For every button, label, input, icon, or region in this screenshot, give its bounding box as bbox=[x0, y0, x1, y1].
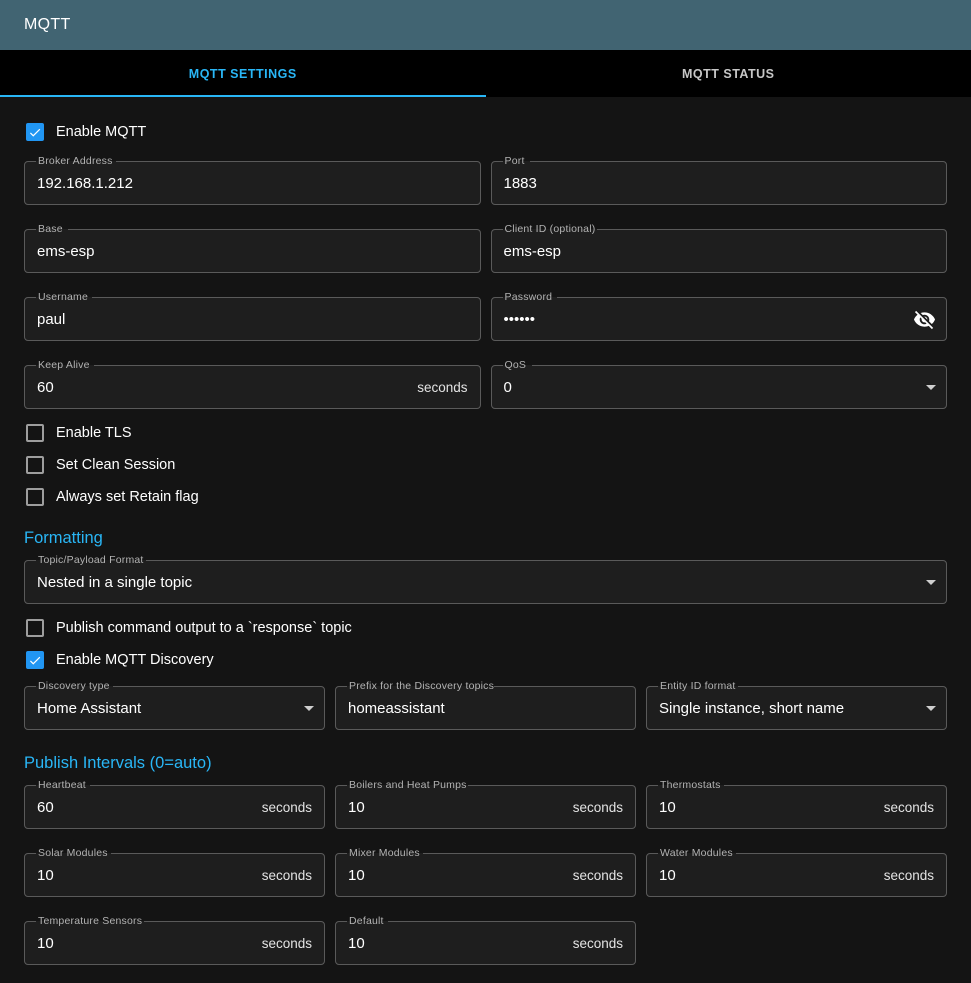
visibility-off-icon[interactable] bbox=[913, 308, 936, 331]
keepalive-qos-row: Keep Alive Keep Alive seconds QoS QoS 0 bbox=[24, 365, 947, 409]
intervals-row-3: Temperature Sensors Temperature Sensors … bbox=[24, 921, 947, 965]
seconds-suffix: seconds bbox=[262, 868, 325, 883]
thermostats-interval-field: Thermostats Thermostats seconds bbox=[646, 785, 947, 829]
entity-id-format-select[interactable]: Entity ID format Entity ID format Single… bbox=[646, 686, 947, 730]
publish-intervals-heading: Publish Intervals (0=auto) bbox=[24, 754, 947, 773]
seconds-suffix: seconds bbox=[262, 936, 325, 951]
port-field: Port Port bbox=[491, 161, 948, 205]
tab-mqtt-status[interactable]: MQTT STATUS bbox=[486, 50, 971, 97]
default-interval-input[interactable] bbox=[335, 921, 573, 965]
topic-format-row: Topic/Payload Format Topic/Payload Forma… bbox=[24, 560, 947, 604]
publish-response-checkbox[interactable] bbox=[26, 619, 44, 637]
temperature-sensors-interval-input[interactable] bbox=[24, 921, 262, 965]
clean-session-checkbox[interactable] bbox=[26, 456, 44, 474]
topic-format-label: Topic/Payload Format bbox=[38, 554, 144, 566]
seconds-suffix: seconds bbox=[884, 868, 947, 883]
retain-flag-label[interactable]: Always set Retain flag bbox=[56, 489, 199, 505]
keep-alive-input[interactable] bbox=[24, 365, 417, 409]
discovery-prefix-input[interactable] bbox=[335, 686, 636, 730]
base-field: Base Base bbox=[24, 229, 481, 273]
dropdown-arrow-icon bbox=[297, 696, 321, 720]
seconds-suffix: seconds bbox=[573, 800, 636, 815]
mixer-interval-input[interactable] bbox=[335, 853, 573, 897]
boilers-interval-field: Boilers and Heat Pumps Boilers and Heat … bbox=[335, 785, 636, 829]
seconds-suffix: seconds bbox=[884, 800, 947, 815]
enable-tls-checkbox[interactable] bbox=[26, 424, 44, 442]
solar-interval-input[interactable] bbox=[24, 853, 262, 897]
discovery-row: Discovery type Discovery type Home Assis… bbox=[24, 686, 947, 730]
mixer-interval-field: Mixer Modules Mixer Modules seconds bbox=[335, 853, 636, 897]
username-field: Username Username bbox=[24, 297, 481, 341]
water-interval-input[interactable] bbox=[646, 853, 884, 897]
default-interval-field: Default Default seconds bbox=[335, 921, 636, 965]
tab-mqtt-settings[interactable]: MQTT SETTINGS bbox=[0, 50, 486, 97]
seconds-suffix: seconds bbox=[417, 380, 480, 395]
dropdown-arrow-icon bbox=[919, 696, 943, 720]
client-id-field: Client ID (optional) Client ID (optional… bbox=[491, 229, 948, 273]
topic-format-select[interactable]: Topic/Payload Format Topic/Payload Forma… bbox=[24, 560, 947, 604]
broker-address-input[interactable] bbox=[24, 161, 481, 205]
retain-flag-row[interactable]: Always set Retain flag bbox=[24, 481, 947, 513]
discovery-type-label: Discovery type bbox=[38, 680, 110, 692]
qos-label: QoS bbox=[505, 359, 527, 371]
entity-id-format-value: Single instance, short name bbox=[646, 700, 919, 717]
formatting-heading: Formatting bbox=[24, 529, 947, 548]
publish-response-row[interactable]: Publish command output to a `response` t… bbox=[24, 612, 947, 644]
base-input[interactable] bbox=[24, 229, 481, 273]
port-input[interactable] bbox=[491, 161, 948, 205]
qos-select[interactable]: QoS QoS 0 bbox=[491, 365, 948, 409]
enable-mqtt-checkbox[interactable] bbox=[26, 123, 44, 141]
check-icon bbox=[28, 125, 42, 140]
discovery-type-select[interactable]: Discovery type Discovery type Home Assis… bbox=[24, 686, 325, 730]
clean-session-label[interactable]: Set Clean Session bbox=[56, 457, 175, 473]
enable-tls-label[interactable]: Enable TLS bbox=[56, 425, 132, 441]
broker-port-row: Broker Address Broker Address Port Port bbox=[24, 161, 947, 205]
password-field: Password Password bbox=[491, 297, 948, 341]
water-interval-field: Water Modules Water Modules seconds bbox=[646, 853, 947, 897]
username-input[interactable] bbox=[24, 297, 481, 341]
clean-session-row[interactable]: Set Clean Session bbox=[24, 449, 947, 481]
broker-address-field: Broker Address Broker Address bbox=[24, 161, 481, 205]
discovery-type-value: Home Assistant bbox=[24, 700, 297, 717]
credentials-row: Username Username Password Password bbox=[24, 297, 947, 341]
retain-flag-checkbox[interactable] bbox=[26, 488, 44, 506]
enable-discovery-checkbox[interactable] bbox=[26, 651, 44, 669]
publish-response-label[interactable]: Publish command output to a `response` t… bbox=[56, 620, 352, 636]
intervals-row-2: Solar Modules Solar Modules seconds Mixe… bbox=[24, 853, 947, 897]
thermostats-interval-input[interactable] bbox=[646, 785, 884, 829]
discovery-prefix-field: Prefix for the Discovery topics Prefix f… bbox=[335, 686, 636, 730]
enable-discovery-label[interactable]: Enable MQTT Discovery bbox=[56, 652, 214, 668]
qos-value: 0 bbox=[491, 379, 920, 396]
enable-tls-row[interactable]: Enable TLS bbox=[24, 417, 947, 449]
app-header: MQTT bbox=[0, 0, 971, 50]
tab-bar: MQTT SETTINGS MQTT STATUS bbox=[0, 50, 971, 97]
keep-alive-field: Keep Alive Keep Alive seconds bbox=[24, 365, 481, 409]
heartbeat-input[interactable] bbox=[24, 785, 262, 829]
enable-mqtt-label[interactable]: Enable MQTT bbox=[56, 124, 146, 140]
heartbeat-field: Heartbeat Heartbeat seconds bbox=[24, 785, 325, 829]
entity-id-format-label: Entity ID format bbox=[660, 680, 736, 692]
intervals-row-1: Heartbeat Heartbeat seconds Boilers and … bbox=[24, 785, 947, 829]
solar-interval-field: Solar Modules Solar Modules seconds bbox=[24, 853, 325, 897]
temperature-sensors-interval-field: Temperature Sensors Temperature Sensors … bbox=[24, 921, 325, 965]
check-icon bbox=[28, 653, 42, 668]
enable-discovery-row[interactable]: Enable MQTT Discovery bbox=[24, 644, 947, 676]
dropdown-arrow-icon bbox=[919, 570, 943, 594]
enable-mqtt-row[interactable]: Enable MQTT bbox=[24, 113, 947, 151]
seconds-suffix: seconds bbox=[573, 868, 636, 883]
base-clientid-row: Base Base Client ID (optional) Client ID… bbox=[24, 229, 947, 273]
seconds-suffix: seconds bbox=[573, 936, 636, 951]
page-title: MQTT bbox=[24, 16, 71, 34]
client-id-input[interactable] bbox=[491, 229, 948, 273]
topic-format-value: Nested in a single topic bbox=[24, 574, 919, 591]
settings-form: Enable MQTT Broker Address Broker Addres… bbox=[0, 97, 971, 981]
seconds-suffix: seconds bbox=[262, 800, 325, 815]
boilers-interval-input[interactable] bbox=[335, 785, 573, 829]
password-input[interactable] bbox=[491, 297, 914, 341]
dropdown-arrow-icon bbox=[919, 375, 943, 399]
